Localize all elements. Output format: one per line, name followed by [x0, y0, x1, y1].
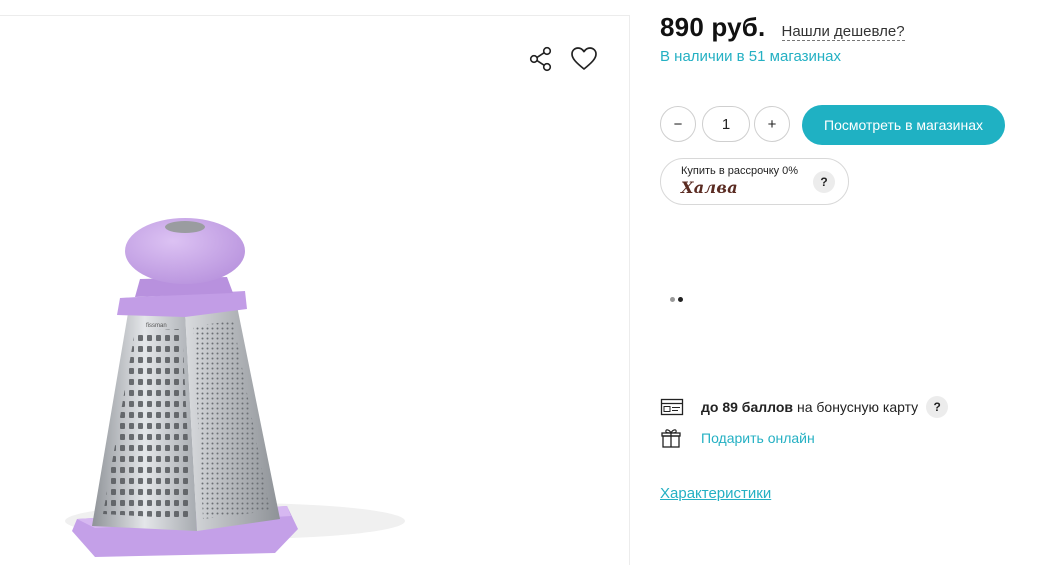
- halva-logo: Халва: [681, 178, 738, 197]
- halva-installment-button[interactable]: Купить в рассрочку 0% Халва ?: [660, 158, 849, 205]
- product-gallery: fissman: [0, 15, 630, 565]
- quantity-increase-button[interactable]: +: [754, 106, 790, 142]
- svg-text:fissman: fissman: [146, 323, 167, 329]
- price-row: 890 руб. Нашли дешевле?: [660, 12, 905, 43]
- bonus-card-icon: [660, 398, 684, 416]
- availability-link[interactable]: В наличии в 51 магазинах: [660, 48, 841, 65]
- specifications-link[interactable]: Характеристики: [660, 485, 771, 502]
- quantity-decrease-button[interactable]: −: [660, 106, 696, 142]
- carousel-dots: [670, 297, 683, 302]
- carousel-dot-active[interactable]: [678, 297, 683, 302]
- gift-label: Подарить онлайн: [701, 430, 815, 446]
- carousel-dot[interactable]: [670, 297, 675, 302]
- grater-product-image: fissman: [65, 218, 405, 557]
- quantity-input[interactable]: [702, 106, 750, 142]
- product-price: 890 руб.: [660, 12, 766, 42]
- product-purchase-panel: 890 руб. Нашли дешевле? В наличии в 51 м…: [660, 0, 1052, 565]
- bonus-amount: до 89 баллов: [701, 399, 793, 415]
- installment-help-icon[interactable]: ?: [813, 171, 835, 193]
- bonus-info: до 89 баллов на бонусную карту ?: [660, 395, 949, 419]
- bonus-help-icon[interactable]: ?: [926, 396, 949, 418]
- gift-online-link[interactable]: Подарить онлайн: [660, 427, 815, 449]
- bonus-suffix: на бонусную карту: [796, 399, 919, 415]
- share-icon[interactable]: [526, 44, 556, 74]
- installment-label: Купить в рассрочку 0%: [681, 165, 799, 177]
- heart-icon[interactable]: [569, 44, 599, 74]
- gift-icon: [661, 429, 681, 448]
- found-cheaper-link[interactable]: Нашли дешевле?: [781, 23, 905, 41]
- view-in-stores-button[interactable]: Посмотреть в магазинах: [802, 105, 1005, 145]
